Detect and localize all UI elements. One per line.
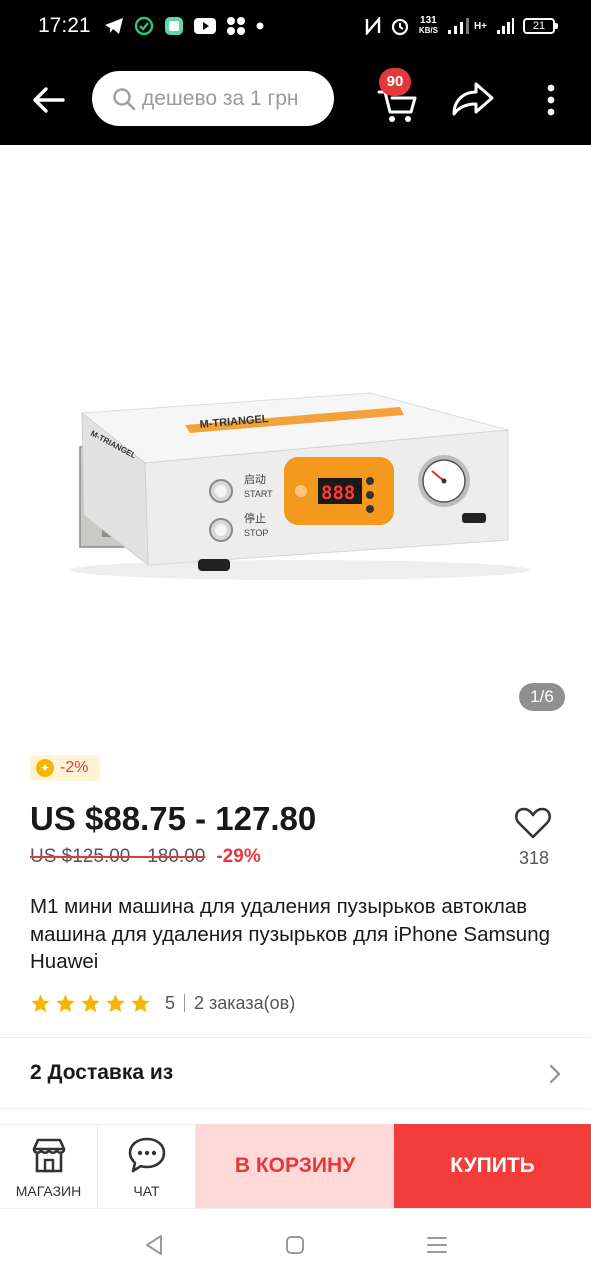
old-price: US $125.00 - 180.00 <box>30 846 206 867</box>
star-icon <box>81 993 100 1012</box>
rating-stars <box>30 993 151 1014</box>
star-icon <box>31 993 50 1012</box>
start-label-en: START <box>244 489 273 499</box>
add-to-cart-button[interactable]: В КОРЗИНУ <box>196 1124 394 1208</box>
store-button[interactable]: МАГАЗИН <box>0 1124 98 1208</box>
dots-app-icon <box>227 17 245 35</box>
orders-count: 2 заказа(ов) <box>194 992 296 1013</box>
signal-icon <box>447 18 469 34</box>
price: US $88.75 - 127.80 <box>30 800 317 837</box>
coin-discount-text: -2% <box>60 759 89 776</box>
image-counter: 1/6 <box>519 683 565 711</box>
battery-indicator: 21 <box>523 18 558 34</box>
heart-icon[interactable] <box>514 804 552 842</box>
search-input[interactable]: дешево за 1 грн <box>92 71 334 126</box>
search-placeholder: дешево за 1 грн <box>142 86 299 110</box>
rating-row[interactable]: 5 2 заказа(ов) <box>30 991 295 1015</box>
action-bar: МАГАЗИН ЧАТ В КОРЗИНУ КУПИТЬ <box>0 1124 591 1208</box>
divider <box>0 1108 591 1109</box>
product-title: M1 мини машина для удаления пузырьков ав… <box>30 895 550 973</box>
delivery-row[interactable]: 2 Доставка из <box>0 1038 591 1108</box>
status-bar: 17:21 131 KB/S H+ 21 <box>0 0 591 52</box>
more-options-icon[interactable] <box>538 80 564 120</box>
start-label-cn: 启动 <box>244 473 266 486</box>
network-type: H+ <box>473 20 487 32</box>
star-icon <box>56 993 75 1012</box>
chat-label: ЧАТ <box>133 1183 160 1199</box>
cart-count-badge: 90 <box>379 68 411 96</box>
nfc-icon <box>365 17 381 35</box>
chat-icon <box>128 1137 165 1173</box>
system-back-icon[interactable] <box>143 1233 165 1257</box>
alarm-icon <box>391 18 408 36</box>
status-time: 17:21 <box>38 14 91 37</box>
search-icon <box>113 87 136 110</box>
old-price-row: US $125.00 - 180.00 -29% <box>30 846 261 868</box>
net-speed: 131 KB/S <box>419 16 438 36</box>
stop-label-en: STOP <box>244 528 268 538</box>
rating-value: 5 <box>165 992 176 1013</box>
share-icon[interactable] <box>450 78 496 120</box>
panel-display: 888 <box>321 482 355 504</box>
system-nav-bar <box>0 1208 591 1280</box>
net-speed-unit: KB/S <box>418 26 438 35</box>
signal-icon-2 <box>497 18 514 34</box>
star-icon <box>106 993 125 1012</box>
stop-label-cn: 停止 <box>244 511 266 525</box>
coin-icon: ✦ <box>36 759 54 777</box>
top-bar: 17:21 131 KB/S H+ 21 дешево за 1 грн 90 <box>0 0 591 145</box>
back-arrow-icon[interactable] <box>28 80 68 120</box>
wishlist-count: 318 <box>518 848 550 868</box>
product-image-gallery[interactable]: M-TRIANGEL M-TRIANGEL 启动 START 停止 STOP 8… <box>0 145 591 740</box>
youtube-icon <box>194 18 216 34</box>
store-icon <box>32 1138 65 1173</box>
chat-button[interactable]: ЧАТ <box>98 1124 196 1208</box>
check-circle-icon <box>134 16 154 36</box>
product-page: 17:21 131 KB/S H+ 21 дешево за 1 грн 90 … <box>0 0 591 1280</box>
delivery-label: 2 Доставка из <box>30 1061 174 1084</box>
product-image: M-TRIANGEL M-TRIANGEL 启动 START 停止 STOP 8… <box>0 145 591 740</box>
system-icons: 131 KB/S H+ 21 <box>365 12 558 40</box>
system-recents-icon[interactable] <box>426 1234 448 1256</box>
coin-discount-badge: ✦ -2% <box>30 755 101 781</box>
rating-separator <box>184 994 186 1012</box>
star-icon <box>131 993 150 1012</box>
store-label: МАГАЗИН <box>15 1183 82 1199</box>
app-icon <box>165 17 183 35</box>
telegram-icon <box>105 18 123 34</box>
net-speed-value: 131 <box>420 15 437 26</box>
discount-percent: -29% <box>216 846 261 867</box>
nav-bar: дешево за 1 грн 90 <box>0 60 591 140</box>
notification-icons <box>104 14 264 38</box>
chevron-right-icon <box>549 1064 561 1084</box>
more-notifications-icon <box>256 22 264 30</box>
system-home-icon[interactable] <box>285 1235 305 1255</box>
buy-now-button[interactable]: КУПИТЬ <box>394 1124 591 1208</box>
